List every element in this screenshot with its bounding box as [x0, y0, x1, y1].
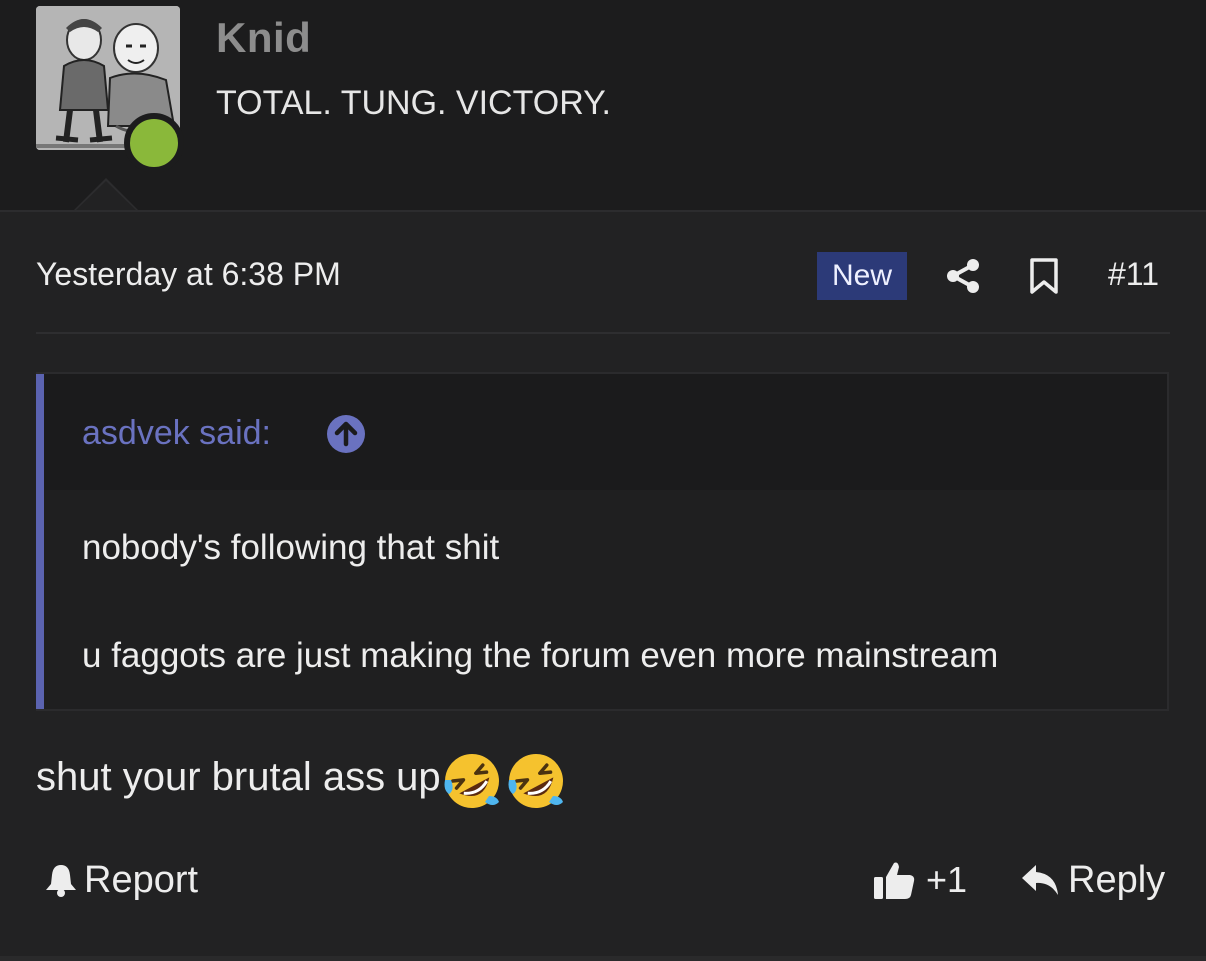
- report-button[interactable]: Report: [44, 858, 198, 902]
- forum-post: Knid TOTAL. TUNG. VICTORY. Yesterday at …: [0, 0, 1206, 961]
- header-pointer-arrow-fill: [74, 181, 138, 212]
- quote-header: asdvek said:: [44, 374, 1167, 490]
- post-meta-bar: Yesterday at 6:38 PM New #11: [36, 252, 1170, 302]
- like-count: +1: [926, 859, 968, 900]
- post-user-header: Knid TOTAL. TUNG. VICTORY.: [0, 0, 1206, 212]
- online-status-indicator: [124, 113, 184, 173]
- bookmark-icon[interactable]: [1028, 257, 1060, 295]
- share-icon[interactable]: [944, 257, 982, 295]
- post-body: Yesterday at 6:38 PM New #11 asdvek said…: [0, 212, 1206, 961]
- rolling-on-floor-laughing-emoji: [508, 754, 563, 808]
- post-message-text: shut your brutal ass up: [36, 755, 441, 799]
- reply-arrow-icon: [1022, 865, 1058, 895]
- reply-button[interactable]: Reply: [1020, 858, 1165, 902]
- quote-block: asdvek said: nobody's following that shi…: [36, 372, 1169, 711]
- user-title: TOTAL. TUNG. VICTORY.: [216, 84, 611, 122]
- new-badge: New: [817, 252, 907, 300]
- thumbs-up-icon: [874, 862, 915, 899]
- reply-label: Reply: [1068, 858, 1166, 901]
- post-bottom-divider: [0, 956, 1206, 961]
- arrow-up-circle-icon[interactable]: [326, 414, 366, 454]
- like-button[interactable]: +1: [872, 858, 967, 902]
- rolling-on-floor-laughing-emoji: [444, 754, 499, 808]
- username[interactable]: Knid: [216, 14, 311, 62]
- quote-text-line: nobody's following that shit: [82, 528, 500, 567]
- post-number[interactable]: #11: [1108, 256, 1159, 293]
- report-label: Report: [84, 858, 199, 901]
- meta-divider: [36, 332, 1170, 334]
- quote-text-line: u faggots are just making the forum even…: [82, 636, 999, 675]
- quote-accent-bar: [36, 374, 44, 709]
- quote-author[interactable]: asdvek said:: [82, 414, 271, 453]
- bell-icon: [46, 865, 76, 897]
- post-timestamp[interactable]: Yesterday at 6:38 PM: [36, 256, 341, 293]
- post-message: shut your brutal ass up: [36, 750, 569, 812]
